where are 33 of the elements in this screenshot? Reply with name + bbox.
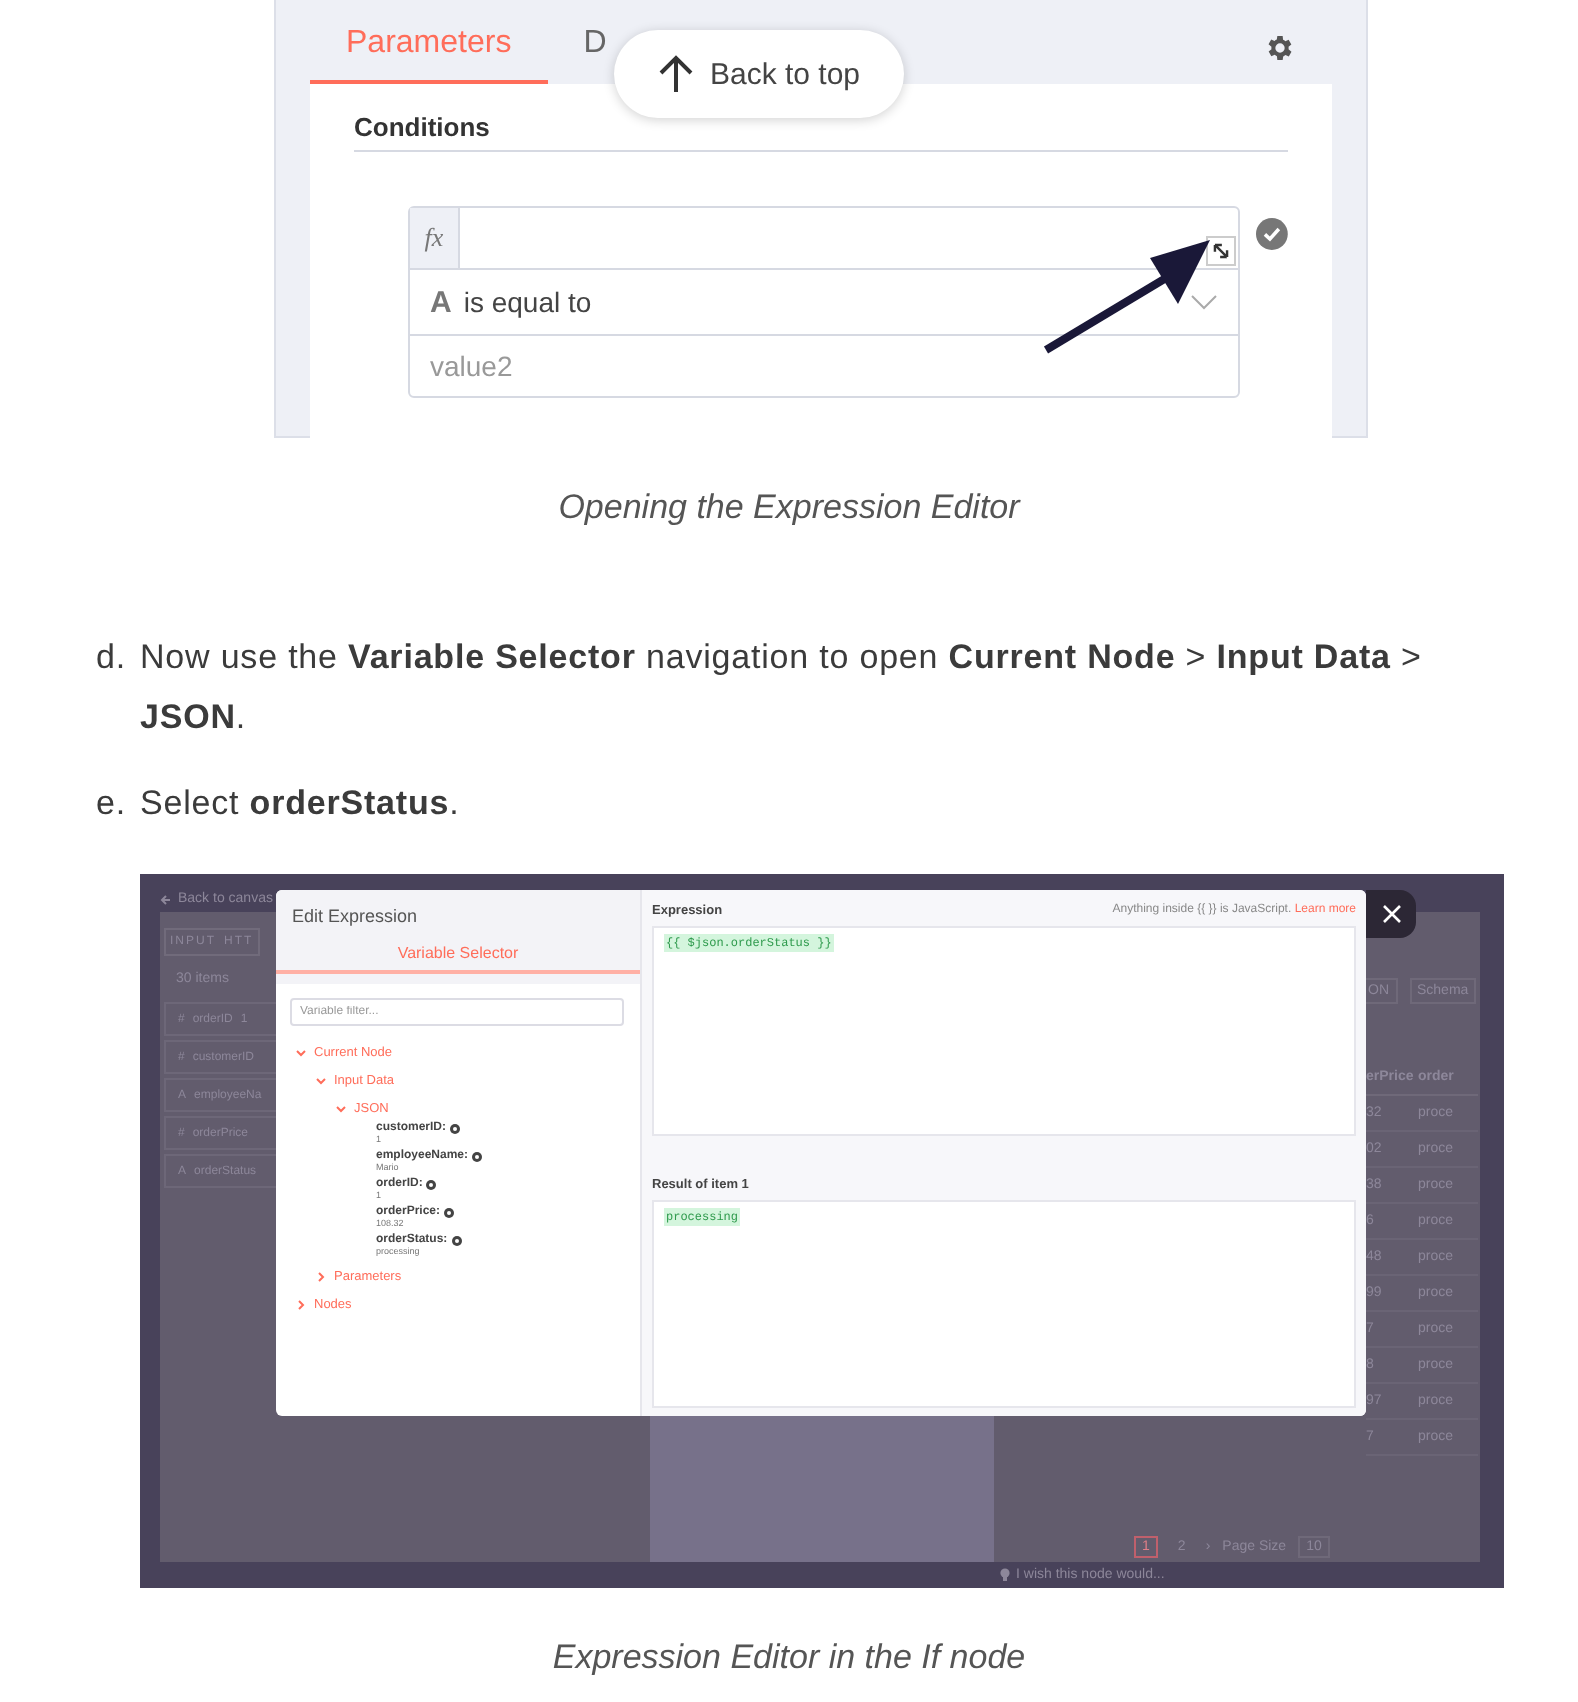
expression-toggle[interactable]: fx — [410, 208, 460, 268]
expand-icon[interactable] — [1206, 236, 1237, 266]
close-icon — [1381, 904, 1401, 924]
operator-select[interactable]: is equal to — [463, 286, 1179, 318]
figure-caption: Opening the Expression Editor — [556, 486, 1023, 530]
condition-field[interactable]: fx A is equal to value2 — [408, 206, 1241, 398]
arrow-up-icon — [657, 54, 694, 94]
chevron-down-icon[interactable] — [1190, 294, 1219, 310]
close-button[interactable] — [1366, 890, 1416, 938]
chevron-right-icon[interactable] — [316, 1271, 326, 1281]
chevron-right-icon[interactable] — [296, 1299, 306, 1309]
list-marker: d. — [96, 636, 126, 680]
lightbulb-icon — [1000, 1568, 1010, 1582]
chevron-down-icon[interactable] — [296, 1047, 306, 1057]
chevron-down-icon[interactable] — [316, 1075, 326, 1085]
check-circle-icon — [1256, 218, 1288, 250]
chevron-down-icon[interactable] — [336, 1103, 346, 1113]
info-icon — [472, 1151, 483, 1161]
info-icon — [426, 1179, 437, 1189]
step-text: Select orderStatus. — [140, 782, 460, 826]
info-icon — [444, 1207, 455, 1217]
tab[interactable]: Variable Selector — [276, 926, 640, 974]
step-text: Now use the Variable Selector navigation to open Current Node > Input Data > JSON. — [140, 636, 1424, 740]
back-to-top-button[interactable]: Back to top — [614, 30, 904, 118]
settings-icon[interactable] — [1264, 32, 1296, 64]
info-icon — [450, 1123, 461, 1133]
info-icon — [451, 1235, 462, 1245]
arrow-left-icon[interactable] — [160, 893, 172, 905]
type-label: A — [430, 285, 452, 319]
list-marker: e. — [96, 782, 126, 826]
figure-caption: Expression Editor in the If node — [550, 1636, 1028, 1680]
tab[interactable]: D — [547, 26, 607, 84]
dialog-title: Edit Expression — [290, 904, 420, 926]
